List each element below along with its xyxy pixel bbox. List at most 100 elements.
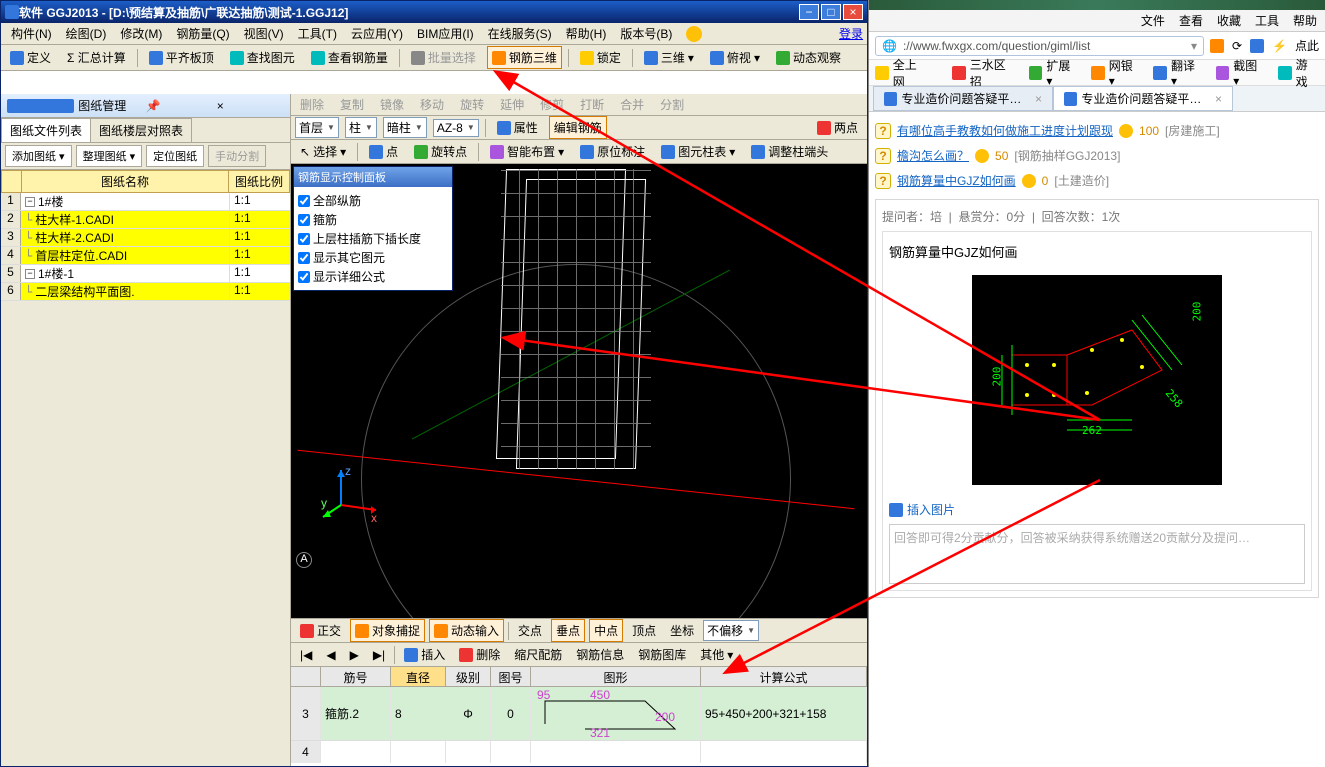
ortho-button[interactable]: 正交 [295,619,346,642]
drawing-row[interactable]: 4└ 首层柱定位.CADI1:1 [1,247,290,265]
rebar-option[interactable]: 全部纵筋 [298,191,448,210]
rebar-checkbox[interactable] [298,214,310,226]
browser-tab-1[interactable]: 专业造价问题答疑平台-广× [873,86,1053,111]
next-button[interactable]: ▶ [345,645,364,665]
rebar-row-empty[interactable]: 4 [291,741,867,766]
question-link[interactable]: 有哪位高手教教如何做施工进度计划跟现 [897,122,1113,139]
split-button[interactable]: 分割 [655,93,689,116]
flash-icon[interactable]: ⚡ [1272,39,1287,53]
bookmark-item[interactable]: 扩展 ▾ [1029,56,1079,90]
question-link[interactable]: 檐沟怎么画？ [897,147,969,164]
trim-button[interactable]: 修剪 [535,93,569,116]
mirror-button[interactable]: 镜像 [375,93,409,116]
rebar-option[interactable]: 显示详细公式 [298,267,448,286]
cad-thumbnail[interactable]: 200 200 262 258 [972,275,1222,485]
drawing-row[interactable]: 3└ 柱大样-2.CADI1:1 [1,229,290,247]
two-point-button[interactable]: 两点 [812,116,863,139]
view-3d-button[interactable]: 三维▾ [639,46,699,69]
tree-toggle[interactable]: − [25,269,35,279]
minimize-button[interactable]: − [799,4,819,20]
smart-button[interactable]: 智能布置▾ [485,140,569,163]
cell-dia[interactable]: 8 [391,687,446,740]
menu-help[interactable]: 帮助(H) [560,23,613,44]
maximize-button[interactable]: □ [821,4,841,20]
perp-button[interactable]: 垂点 [551,619,585,642]
refresh-icon[interactable]: ⟳ [1232,39,1242,53]
persp-button[interactable]: 俯视▾ [705,46,765,69]
define-button[interactable]: 定义 [5,46,56,69]
intersect-button[interactable]: 交点 [513,619,547,642]
orig-button[interactable]: 原位标注 [575,140,650,163]
login-link[interactable]: 登录 [839,25,863,42]
drawing-row[interactable]: 6└ 二层梁结构平面图.1:1 [1,283,290,301]
delete-row-button[interactable]: 删除 [454,643,505,666]
rotpoint-button[interactable]: 旋转点 [409,140,472,163]
rebar-checkbox[interactable] [298,271,310,283]
menu-modify[interactable]: 修改(M) [114,23,168,44]
rebar-info-button[interactable]: 钢筋信息 [571,643,629,666]
br-menu-view[interactable]: 查看 [1179,12,1203,29]
dropdown-icon[interactable]: ▾ [1191,39,1197,53]
copy-button[interactable]: 复制 [335,93,369,116]
menu-bim[interactable]: BIM应用(I) [411,23,480,44]
bookmark-item[interactable]: 网银 ▾ [1091,56,1141,90]
edit-rebar-button[interactable]: 编辑钢筋 [549,116,607,139]
select-button[interactable]: ↖选择▾ [295,140,351,163]
menu-tools[interactable]: 工具(T) [292,23,343,44]
rebar-option[interactable]: 箍筋 [298,210,448,229]
menu-rebar-qty[interactable]: 钢筋量(Q) [170,23,235,44]
sum-button[interactable]: Σ 汇总计算 [62,46,131,69]
prev-button[interactable]: ◀ [321,645,340,665]
delete-button[interactable]: 删除 [295,93,329,116]
dyn-view-button[interactable]: 动态观察 [771,46,846,69]
move-button[interactable]: 移动 [415,93,449,116]
rebar-option[interactable]: 上层柱插筋下插长度 [298,229,448,248]
elemtbl-button[interactable]: 图元柱表▾ [656,140,740,163]
tab-close-icon[interactable]: × [1035,92,1042,106]
close-button[interactable]: × [843,4,863,20]
osnap-button[interactable]: 对象捕捉 [350,619,425,642]
rebar-3d-button[interactable]: 钢筋三维 [487,46,562,69]
menu-draw[interactable]: 绘图(D) [60,23,113,44]
add-drawing-button[interactable]: 添加图纸 ▾ [5,145,72,167]
scale-rebar-button[interactable]: 缩尺配筋 [509,643,567,666]
locate-drawing-button[interactable]: 定位图纸 [146,145,204,167]
drawing-row[interactable]: 2└ 柱大样-1.CADI1:1 [1,211,290,229]
rebar-option[interactable]: 显示其它图元 [298,248,448,267]
merge-button[interactable]: 合并 [615,93,649,116]
extend-button[interactable]: 延伸 [495,93,529,116]
adjtop-button[interactable]: 调整柱端头 [746,140,833,163]
action-icon-2[interactable] [1250,39,1264,53]
drawing-row[interactable]: 5− 1#楼-11:1 [1,265,290,283]
tidy-drawing-button[interactable]: 整理图纸 ▾ [76,145,143,167]
lock-button[interactable]: 锁定 [575,46,626,69]
cell-shape[interactable]: 95 450 200 321 [531,687,701,740]
attr-button[interactable]: 属性 [492,116,543,139]
rebar-lib-button[interactable]: 钢筋图库 [633,643,691,666]
dyn-input-button[interactable]: 动态输入 [429,619,504,642]
tab-close-icon[interactable]: × [1215,92,1222,106]
category-select[interactable]: 柱▼ [345,117,377,138]
check-button[interactable]: 查看钢筋量 [306,46,393,69]
floor-select[interactable]: 首层▼ [295,117,339,138]
apex-button[interactable]: 顶点 [627,619,661,642]
dot-label[interactable]: 点此 [1295,37,1319,54]
tab-file-list[interactable]: 图纸文件列表 [1,118,91,142]
mid-button[interactable]: 中点 [589,619,623,642]
drawing-row[interactable]: 1− 1#楼1:1 [1,193,290,211]
tab-floor-map[interactable]: 图纸楼层对照表 [90,118,192,142]
first-button[interactable]: |◀ [295,645,317,665]
other-button[interactable]: 其他▾ [695,643,738,666]
point-button[interactable]: 点 [364,140,403,163]
tree-toggle[interactable]: − [25,197,35,207]
pin-icon[interactable]: 📌 [146,99,213,113]
rotate-button[interactable]: 旋转 [455,93,489,116]
offset-select[interactable]: 不偏移▼ [703,620,759,641]
insert-button[interactable]: 插入 [399,643,450,666]
split-drawing-button[interactable]: 手动分割 [208,145,266,167]
code-select[interactable]: AZ-8▼ [433,119,479,137]
panel-close-icon[interactable]: × [217,99,284,113]
address-input[interactable]: 🌐 ://www.fwxgx.com/question/giml/list ▾ [875,36,1204,56]
menu-cloud[interactable]: 云应用(Y) [345,23,409,44]
bookmark-item[interactable]: 游戏 [1278,56,1319,90]
